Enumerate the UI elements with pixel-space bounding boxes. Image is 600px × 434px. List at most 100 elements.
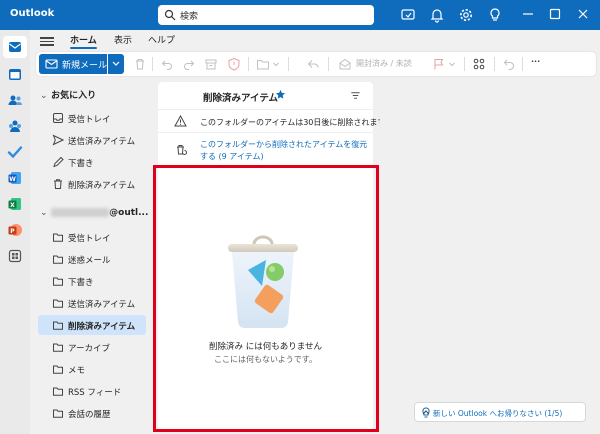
excel-app-icon[interactable]: X [7, 196, 23, 212]
apps-icon[interactable] [472, 57, 486, 71]
favorite-item-drafts[interactable]: 下書き [38, 152, 146, 172]
word-app-icon[interactable]: W [7, 170, 23, 186]
close-icon[interactable] [575, 6, 591, 22]
folder-item-drafts[interactable]: 下書き [38, 271, 146, 291]
message-list-pane: 削除済みアイテム このフォルダーのアイテムは30日後に削除されます。 このフォル… [158, 82, 393, 430]
move-to-folder-icon[interactable] [256, 57, 270, 71]
empty-state-subtitle: ここには何もないようです。 [213, 355, 318, 364]
envelope-icon [45, 59, 58, 69]
folder-label: 受信トレイ [68, 234, 111, 244]
folder-label: メモ [68, 366, 86, 376]
folder-icon [53, 277, 63, 286]
folder-item-sent[interactable]: 送信済みアイテム [38, 293, 146, 313]
todo-app-icon[interactable] [7, 144, 23, 160]
hamburger-menu-icon[interactable] [40, 35, 54, 47]
folder-icon [53, 343, 63, 352]
search-box[interactable]: 検索 [158, 5, 374, 25]
folder-label: 送信済みアイテム [68, 300, 136, 310]
search-icon [164, 9, 176, 21]
delete-icon[interactable] [133, 57, 147, 71]
folder-item-rss[interactable]: RSS フィード [38, 381, 146, 401]
tab-help[interactable]: ヘルプ [148, 33, 175, 46]
restore-items-row[interactable]: このフォルダーから削除されたアイテムを復元する (9 アイテム) [158, 135, 373, 165]
list-title: 削除済みアイテム [203, 93, 279, 104]
trash-icon [54, 179, 62, 189]
folder-label: 下書き [68, 278, 94, 288]
title-bar: Outlook 検索 [0, 0, 600, 30]
maximize-icon[interactable] [547, 6, 563, 22]
powerpoint-app-icon[interactable]: P [7, 222, 23, 238]
folder-item-conversation-history[interactable]: 会話の履歴 [38, 403, 146, 423]
favorites-header[interactable]: ⌄ お気に入り [40, 88, 96, 101]
more-apps-icon[interactable] [7, 248, 23, 264]
people-app-icon[interactable] [7, 92, 23, 108]
mark-read-button[interactable]: 開封済み / 未読 [356, 58, 412, 69]
send-icon [52, 134, 64, 146]
redo-icon[interactable] [182, 57, 196, 71]
flag-icon[interactable] [432, 57, 446, 71]
tab-view[interactable]: 表示 [114, 33, 132, 46]
restore-trash-icon [177, 145, 187, 155]
folder-item-inbox[interactable]: 受信トレイ [38, 227, 146, 247]
mail-app-icon[interactable] [7, 39, 23, 55]
calendar-app-icon[interactable] [7, 66, 23, 82]
folder-item-notes[interactable]: メモ [38, 359, 146, 379]
gear-icon[interactable] [458, 7, 474, 23]
chevron-up-icon[interactable] [421, 408, 431, 416]
move-dropdown-icon[interactable] [272, 57, 280, 71]
folder-label: 迷惑メール [68, 256, 111, 266]
folder-icon [53, 321, 63, 330]
folder-label: アーカイブ [68, 344, 110, 354]
retention-info-text: このフォルダーのアイテムは30日後に削除されます。 [200, 118, 393, 127]
folder-icon [53, 365, 63, 374]
flag-dropdown-icon[interactable] [448, 57, 456, 71]
folder-label: 送信済みアイテム [68, 137, 136, 147]
reading-pane [380, 82, 596, 430]
mark-read-icon[interactable] [338, 57, 352, 71]
account-name-redacted [51, 208, 110, 217]
ribbon: ホーム 表示 ヘルプ 新規メール 開封済み / 未読 ··· [30, 30, 600, 78]
archive-icon[interactable] [204, 57, 218, 71]
folder-item-archive[interactable]: アーカイブ [38, 337, 146, 357]
svg-text:X: X [10, 202, 15, 209]
folder-icon [53, 233, 63, 242]
folder-label: 会話の履歴 [68, 410, 111, 420]
folder-label: 削除済みアイテム [68, 322, 136, 332]
whats-new-icon[interactable] [400, 7, 416, 23]
folder-item-junk[interactable]: 迷惑メール [38, 249, 146, 269]
minimize-icon[interactable] [520, 6, 536, 22]
favorite-item-inbox[interactable]: 受信トレイ [38, 108, 146, 128]
chevron-down-icon: ⌄ [40, 91, 48, 101]
empty-bin-illustration [228, 235, 298, 328]
tab-home[interactable]: ホーム [70, 33, 97, 49]
reply-icon[interactable] [306, 57, 320, 71]
folder-label: 削除済みアイテム [68, 181, 136, 191]
toolbar: 新規メール 開封済み / 未読 ··· [36, 52, 596, 76]
favorite-item-deleted[interactable]: 削除済みアイテム [38, 174, 146, 194]
folder-icon [53, 299, 63, 308]
welcome-back-promo[interactable]: 新しい Outlook へお帰りなさい (1/5) [414, 402, 586, 422]
warning-icon [174, 115, 187, 127]
restore-items-link[interactable]: このフォルダーから削除されたアイテムを復元する (9 アイテム) [200, 139, 368, 163]
new-mail-button[interactable]: 新規メール [39, 54, 107, 74]
folder-pane: ⌄ お気に入り 受信トレイ 送信済みアイテム 下書き 削除済みアイテム ⌄ @o… [30, 78, 150, 434]
undo-action-icon[interactable] [502, 57, 516, 71]
folder-item-deleted[interactable]: 削除済みアイテム [38, 315, 146, 335]
undo-icon[interactable] [160, 57, 174, 71]
bell-icon[interactable] [429, 7, 445, 23]
search-input[interactable]: 検索 [180, 9, 198, 22]
draft-icon [53, 156, 64, 168]
lightbulb-icon[interactable] [487, 7, 503, 23]
report-icon[interactable] [227, 57, 241, 71]
favorite-item-sent[interactable]: 送信済みアイテム [38, 130, 146, 150]
folder-label: 下書き [68, 159, 94, 169]
account-header[interactable]: ⌄ @outl... [40, 208, 148, 218]
new-mail-dropdown-button[interactable] [108, 54, 124, 74]
filter-icon[interactable] [350, 90, 361, 101]
app-rail: W X P [0, 30, 30, 434]
star-icon[interactable] [275, 89, 286, 100]
folder-label: RSS フィード [68, 388, 122, 398]
groups-app-icon[interactable] [7, 118, 23, 134]
app-title: Outlook [10, 8, 55, 19]
more-options-button[interactable]: ··· [531, 57, 540, 66]
